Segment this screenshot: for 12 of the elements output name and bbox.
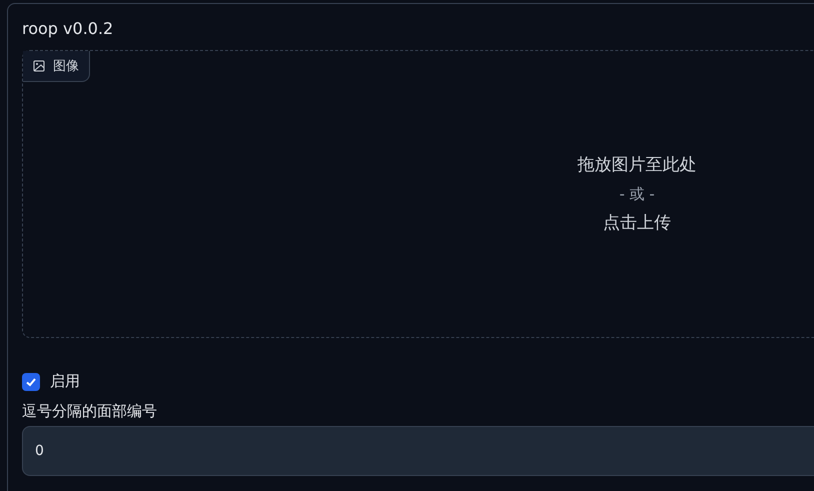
drop-text: 拖放图片至此处 xyxy=(578,154,696,176)
image-drop-area[interactable]: 图像 拖放图片至此处 - 或 - 点击上传 xyxy=(22,50,814,338)
or-text: - 或 - xyxy=(619,184,655,204)
image-label: 图像 xyxy=(23,51,90,82)
checkbox-label: 启用 xyxy=(50,372,80,391)
image-icon xyxy=(33,60,45,72)
panel-title: roop v0.0.2 xyxy=(22,18,114,40)
input-field[interactable]: 0 xyxy=(22,426,814,476)
checkbox[interactable] xyxy=(22,372,40,390)
click-upload-text: 点击上传 xyxy=(603,212,671,234)
field-label: 逗号分隔的面部编号 xyxy=(22,401,157,421)
check-icon xyxy=(25,376,37,388)
